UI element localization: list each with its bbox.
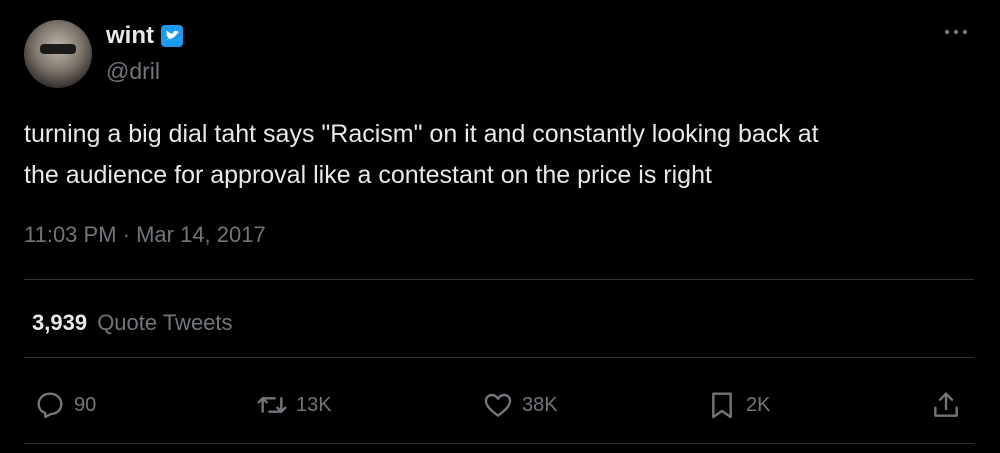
avatar[interactable] — [24, 20, 92, 88]
avatar-sunglasses — [40, 44, 76, 54]
divider — [24, 279, 974, 280]
author-name-row: wint — [106, 22, 184, 50]
bookmark-button[interactable]: 2K — [706, 389, 770, 421]
like-icon — [484, 393, 512, 417]
more-icon[interactable] — [942, 22, 970, 42]
divider — [24, 357, 974, 358]
quote-label: Quote Tweets — [97, 310, 233, 335]
tweet-text-line: turning a big dial taht says "Racism" on… — [24, 120, 819, 148]
like-button[interactable]: 38K — [482, 389, 558, 421]
retweet-count: 13K — [296, 393, 332, 416]
verified-badge-icon — [161, 25, 183, 47]
retweet-button[interactable]: 13K — [256, 389, 332, 421]
reply-button[interactable]: 90 — [34, 389, 96, 421]
quote-tweets-stat[interactable]: 3,939 Quote Tweets — [32, 310, 233, 336]
retweet-icon — [257, 397, 287, 413]
share-icon — [934, 392, 958, 417]
bookmark-icon — [712, 392, 732, 419]
reply-count: 90 — [74, 393, 97, 416]
reply-icon — [37, 392, 63, 419]
quote-count: 3,939 — [32, 310, 88, 335]
like-count: 38K — [522, 393, 558, 416]
tweet-timestamp[interactable]: 11:03 PM · Mar 14, 2017 — [24, 222, 266, 248]
tweet-text: turning a big dial taht says "Racism" on… — [24, 114, 974, 196]
share-button[interactable] — [930, 389, 962, 421]
tweet-text-line: the audience for approval like a contest… — [24, 161, 712, 189]
author-name[interactable]: wint — [106, 22, 154, 50]
author-handle[interactable]: @dril — [106, 58, 160, 85]
bookmark-count: 2K — [746, 393, 771, 416]
divider — [24, 443, 974, 444]
